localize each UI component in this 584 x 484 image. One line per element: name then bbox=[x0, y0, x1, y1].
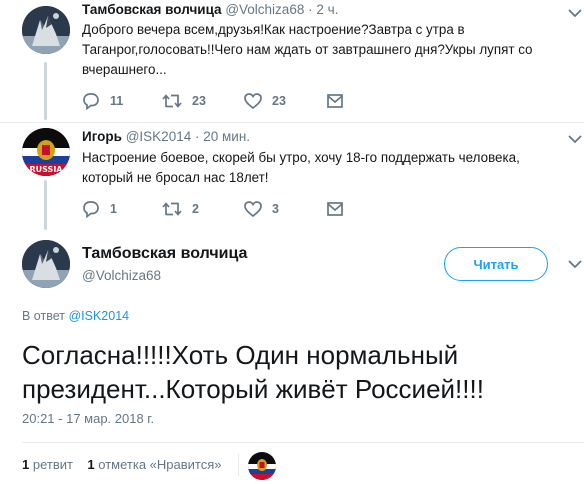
replying-to: В ответ @ISK2014 bbox=[22, 309, 129, 323]
tweet-actions: 1 2 3 bbox=[82, 200, 382, 220]
chevron-down-icon[interactable] bbox=[568, 259, 582, 269]
thread-line bbox=[44, 62, 47, 120]
retweet-stat-count: 1 bbox=[22, 457, 30, 472]
tweet-text-line: Доброго вечера всем,друзья!Как настроени… bbox=[82, 22, 465, 37]
like-stat[interactable]: 1 отметка «Нравится» bbox=[87, 457, 221, 472]
like-count: 23 bbox=[272, 94, 286, 108]
retweet-count: 23 bbox=[192, 94, 206, 108]
tweet-header: Тамбовская волчица @Volchiza68 · 2 ч. bbox=[82, 2, 338, 17]
author-handle[interactable]: @Volchiza68 bbox=[225, 2, 304, 17]
reply-button[interactable]: 11 bbox=[82, 92, 123, 110]
avatar[interactable]: RUSSIA bbox=[22, 128, 70, 176]
tweet-timestamp[interactable]: 20:21 - 17 мар. 2018 г. bbox=[22, 411, 154, 426]
like-stat-count: 1 bbox=[87, 457, 95, 472]
tweet-stats: 1 ретвит 1 отметка «Нравится» bbox=[22, 457, 222, 472]
separator: · bbox=[308, 2, 313, 17]
like-stat-label: отметка «Нравится» bbox=[98, 457, 222, 472]
tweet-text-line: Таганрог,голосовать!!Чего нам ждать от з… bbox=[82, 42, 533, 57]
envelope-icon bbox=[327, 94, 343, 108]
retweet-icon bbox=[162, 94, 182, 108]
retweet-count: 2 bbox=[192, 202, 199, 216]
tweet-actions: 11 23 23 bbox=[82, 92, 382, 112]
reply-button[interactable]: 1 bbox=[82, 200, 117, 218]
reply-icon bbox=[83, 201, 99, 218]
like-button[interactable]: 23 bbox=[244, 92, 286, 110]
dm-button[interactable] bbox=[326, 92, 354, 110]
avatar[interactable] bbox=[22, 240, 70, 288]
retweet-stat-label: ретвит bbox=[32, 457, 73, 472]
tweet-text: Настроение боевое, скорей бы утро, хочу … bbox=[82, 148, 572, 188]
follow-button[interactable]: Читать bbox=[444, 247, 548, 281]
author-handle[interactable]: @Volchiza68 bbox=[82, 268, 161, 283]
stats-divider bbox=[238, 454, 239, 476]
tweet-time[interactable]: 2 ч. bbox=[316, 2, 338, 17]
dm-button[interactable] bbox=[326, 200, 354, 218]
heart-icon bbox=[244, 201, 262, 218]
tweet-text-line: который не бросал нас 18лет! bbox=[82, 170, 269, 185]
avatar[interactable] bbox=[22, 6, 70, 54]
tweet-text-line: вчерашнего... bbox=[82, 62, 167, 77]
retweet-button[interactable]: 23 bbox=[162, 92, 206, 110]
divider bbox=[22, 442, 584, 443]
tweet-text: Доброго вечера всем,друзья!Как настроени… bbox=[82, 20, 572, 80]
like-count: 3 bbox=[272, 202, 279, 216]
separator: · bbox=[194, 129, 200, 144]
envelope-icon bbox=[327, 202, 343, 216]
author-handle[interactable]: @ISK2014 bbox=[126, 129, 192, 144]
liker-avatar[interactable] bbox=[248, 452, 276, 480]
chevron-down-icon[interactable] bbox=[568, 8, 582, 18]
tweet-header: Игорь @ISK2014 · 20 мин. bbox=[82, 129, 250, 144]
retweet-icon bbox=[162, 202, 182, 216]
tweet-text-line: президент...Который живёт Россией!!!! bbox=[22, 374, 484, 404]
like-button[interactable]: 3 bbox=[244, 200, 279, 218]
reply-icon bbox=[83, 93, 99, 110]
tweet-text-line: Согласна!!!!!Хоть Один нормальный bbox=[22, 340, 459, 370]
divider bbox=[0, 122, 584, 123]
tweet-time[interactable]: 20 мин. bbox=[203, 129, 250, 144]
author-name[interactable]: Игорь bbox=[82, 129, 122, 144]
author-name[interactable]: Тамбовская волчица bbox=[82, 245, 247, 263]
author-name[interactable]: Тамбовская волчица bbox=[82, 2, 222, 17]
svg-text:RUSSIA: RUSSIA bbox=[30, 165, 64, 174]
heart-icon bbox=[244, 93, 262, 110]
tweet-text-line: Настроение боевое, скорей бы утро, хочу … bbox=[82, 150, 520, 165]
reply-count: 11 bbox=[110, 94, 124, 108]
reply-count: 1 bbox=[110, 202, 117, 216]
replying-to-link[interactable]: @ISK2014 bbox=[68, 309, 129, 323]
thread-line bbox=[44, 180, 47, 230]
replying-prefix: В ответ bbox=[22, 309, 65, 323]
chevron-down-icon[interactable] bbox=[568, 134, 582, 144]
retweet-button[interactable]: 2 bbox=[162, 200, 199, 218]
main-tweet-text: Согласна!!!!!Хоть Один нормальный презид… bbox=[22, 338, 562, 406]
retweet-stat[interactable]: 1 ретвит bbox=[22, 457, 73, 472]
